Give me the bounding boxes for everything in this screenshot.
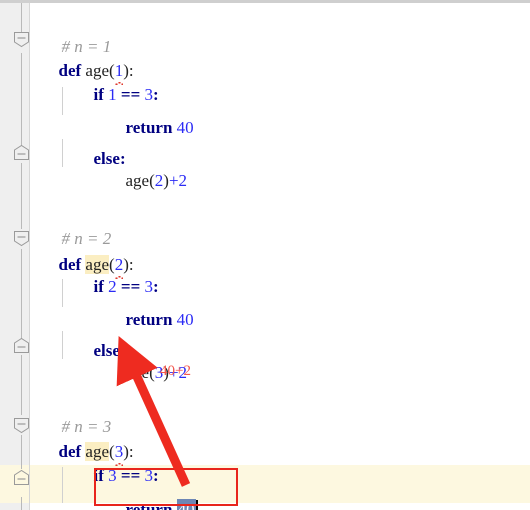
- fold-expanded-icon-block-1[interactable]: [13, 31, 30, 48]
- keyword-return: return: [125, 310, 173, 329]
- fold-end-icon-block-1[interactable]: [13, 144, 30, 161]
- call-arg: 2: [154, 171, 164, 190]
- fold-end-icon-block-2[interactable]: [13, 337, 30, 354]
- code-line-call-2[interactable]: age(3)+2: [100, 337, 188, 382]
- text-caret: [195, 500, 198, 510]
- code-line-return-3[interactable]: return 40: [100, 474, 198, 510]
- code-line-if-2[interactable]: if 2 == 3:: [68, 251, 159, 296]
- selected-return-value[interactable]: 40: [176, 499, 196, 510]
- return-value: 40: [176, 310, 194, 329]
- code-line-else-1[interactable]: else:: [68, 123, 126, 168]
- code-line-comment-2[interactable]: # n = 2: [36, 203, 112, 248]
- call-name: age: [125, 363, 150, 382]
- call-name: age: [125, 171, 150, 190]
- call-arg: 3: [154, 363, 164, 382]
- call-suffix: +2: [168, 171, 188, 190]
- keyword-return: return: [125, 118, 173, 137]
- code-line-else-2[interactable]: else:: [68, 315, 126, 360]
- code-line-call-1[interactable]: age(2)+2: [100, 145, 188, 190]
- code-line-return-2[interactable]: return 40: [100, 284, 194, 329]
- code-content[interactable]: # n = 1 def age(1): if 1 == 3: return 40…: [0, 3, 530, 510]
- code-line-comment-1[interactable]: # n = 1: [36, 11, 112, 56]
- code-line-def-1[interactable]: def age(1):: [33, 35, 134, 85]
- call-suffix: +2: [168, 363, 188, 382]
- code-line-def-2[interactable]: def age(2):: [33, 229, 134, 279]
- code-line-comment-3[interactable]: # n = 3: [36, 391, 112, 436]
- fold-expanded-icon-block-3[interactable]: [13, 417, 30, 434]
- code-line-def-3[interactable]: def age(3):: [33, 416, 134, 466]
- fold-expanded-icon-block-2[interactable]: [13, 230, 30, 247]
- fold-end-icon-block-3[interactable]: [13, 469, 30, 486]
- code-line-if-3[interactable]: if 3 == 3:: [68, 440, 159, 485]
- code-line-return-1[interactable]: return 40: [100, 92, 194, 137]
- keyword-return: return: [125, 500, 173, 510]
- code-line-if-1[interactable]: if 1 == 3:: [68, 59, 159, 104]
- code-editor[interactable]: # n = 1 def age(1): if 1 == 3: return 40…: [0, 0, 530, 510]
- return-value: 40: [176, 118, 194, 137]
